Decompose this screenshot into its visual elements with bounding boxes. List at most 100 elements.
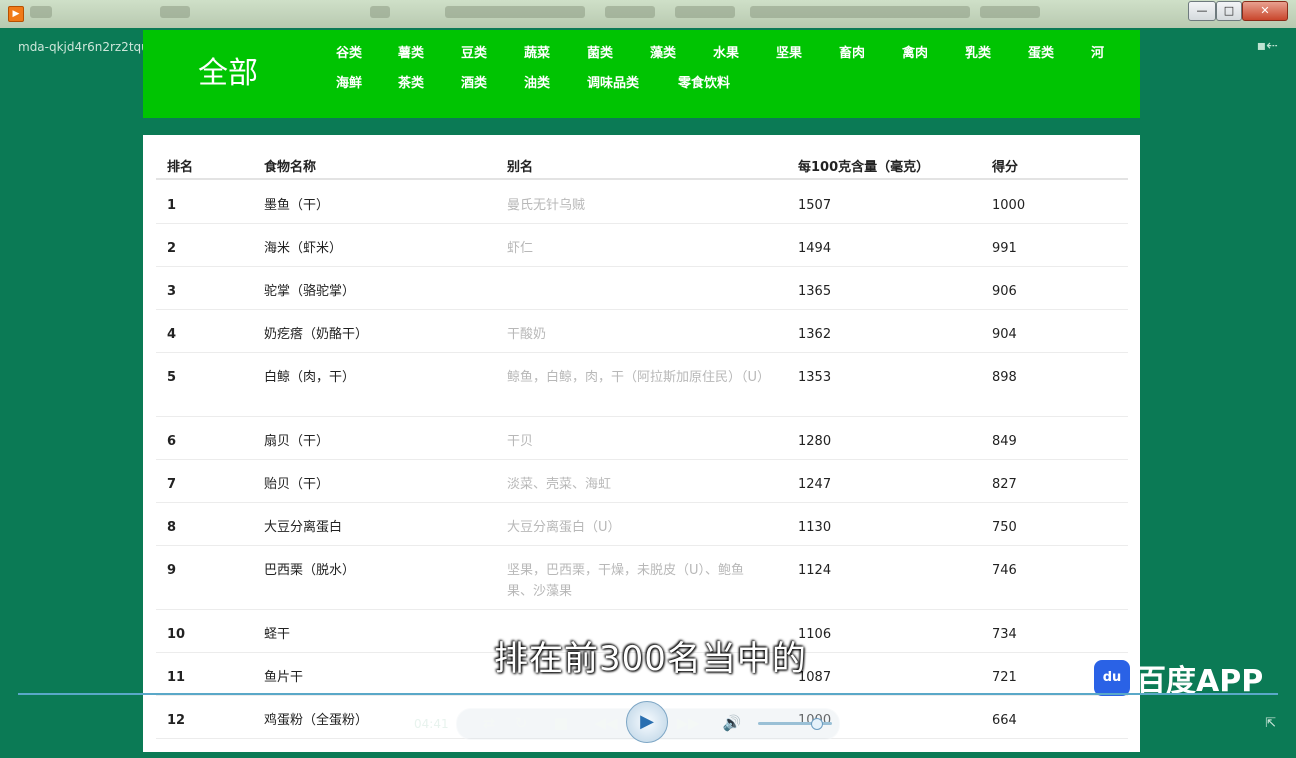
- rank-cell: 12: [167, 713, 186, 728]
- rank-cell: 2: [167, 241, 177, 256]
- food-name-cell: 白鲸（肉，干）: [264, 370, 356, 385]
- rank-cell: 8: [167, 520, 177, 535]
- category-item: 豆类: [461, 46, 488, 61]
- blurred-title-fragment: [605, 6, 655, 18]
- play-icon[interactable]: ▶: [626, 701, 668, 743]
- category-item: 坚果: [776, 46, 803, 61]
- rank-cell: 4: [167, 327, 177, 342]
- score-cell: 827: [992, 477, 1017, 492]
- table-row: 6 扇贝（干） 干贝 1280 849: [156, 416, 1128, 460]
- category-item: 薯类: [398, 46, 425, 61]
- table-row: 4 奶疙瘩（奶酪干） 干酸奶 1362 904: [156, 309, 1128, 353]
- amount-cell: 1247: [798, 477, 832, 492]
- alias-cell: 鲸鱼，白鲸，肉，干（阿拉斯加原住民）（U）: [507, 370, 771, 385]
- alias-cell: 干酸奶: [507, 327, 547, 342]
- rewind-icon[interactable]: ◀◀: [594, 714, 618, 732]
- amount-cell: 1130: [798, 520, 832, 535]
- category-item: 蔬菜: [524, 46, 551, 61]
- column-header-score: 得分: [992, 160, 1019, 175]
- category-item: 禽肉: [902, 46, 929, 61]
- expand-icon[interactable]: ⇱: [1265, 716, 1276, 731]
- column-header-amount: 每100克含量（毫克）: [798, 160, 930, 175]
- rank-cell: 7: [167, 477, 177, 492]
- food-name-cell: 鸡蛋粉（全蛋粉）: [264, 713, 369, 728]
- category-item: 水果: [713, 46, 740, 61]
- score-cell: 898: [992, 370, 1017, 385]
- playlist-toggle-icon[interactable]: ▪⇠: [1257, 38, 1278, 54]
- alias-cell: 大豆分离蛋白（U）: [507, 520, 621, 535]
- player-app-icon[interactable]: ▶: [8, 6, 24, 22]
- score-cell: 991: [992, 241, 1017, 256]
- loop-icon[interactable]: ⇄: [480, 714, 498, 732]
- category-item: 藻类: [650, 46, 677, 61]
- food-name-cell: 墨鱼（干）: [264, 198, 330, 213]
- food-name-cell: 大豆分离蛋白: [264, 520, 343, 535]
- alias-cell: 干贝: [507, 434, 534, 449]
- seek-bar[interactable]: [18, 693, 1278, 695]
- amount-cell: 1365: [798, 284, 832, 299]
- score-cell: 750: [992, 520, 1017, 535]
- volume-icon[interactable]: 🔊: [722, 714, 742, 732]
- score-cell: 746: [992, 563, 1017, 578]
- blurred-title-fragment: [445, 6, 585, 18]
- refresh-icon[interactable]: ↻: [512, 714, 530, 732]
- rank-cell: 10: [167, 627, 186, 642]
- rank-cell: 1: [167, 198, 177, 213]
- video-subtitle: 排在前300名当中的: [494, 639, 807, 679]
- food-name-cell: 驼掌（骆驼掌）: [264, 284, 356, 299]
- category-item: 菌类: [587, 46, 614, 61]
- category-item: 海鲜: [336, 76, 363, 91]
- maximize-button[interactable]: □: [1216, 1, 1242, 21]
- rank-cell: 5: [167, 370, 177, 385]
- blurred-title-fragment: [370, 6, 390, 18]
- table-row: 8 大豆分离蛋白 大豆分离蛋白（U） 1130 750: [156, 502, 1128, 546]
- stop-icon[interactable]: ■: [554, 714, 568, 732]
- score-cell: 904: [992, 327, 1017, 342]
- table-row: 1 墨鱼（干） 曼氏无针乌贼 1507 1000: [156, 180, 1128, 224]
- food-name-cell: 海米（虾米）: [264, 241, 343, 256]
- food-name-cell: 奶疙瘩（奶酪干）: [264, 327, 369, 342]
- rank-cell: 6: [167, 434, 177, 449]
- blurred-title-fragment: [160, 6, 190, 18]
- food-name-cell: 扇贝（干）: [264, 434, 330, 449]
- amount-cell: 1494: [798, 241, 832, 256]
- playback-time: 04:41: [414, 717, 449, 731]
- category-item: 乳类: [965, 46, 992, 61]
- score-cell: 734: [992, 627, 1017, 642]
- blurred-title-fragment: [750, 6, 970, 18]
- food-name-cell: 鱼片干: [264, 670, 304, 685]
- category-item: 蛋类: [1028, 46, 1055, 61]
- category-item: 零食饮料: [678, 76, 731, 91]
- alias-cell: 坚果，巴西栗，干燥，未脱皮（U）、鲍鱼果、沙藻果: [507, 563, 745, 599]
- amount-cell: 1124: [798, 563, 832, 578]
- food-name-cell: 贻贝（干）: [264, 477, 330, 492]
- video-frame[interactable]: mda-qkjd4r6n2rz2tque ▪⇠ 全部 谷类 薯类 豆类 蔬菜 菌…: [6, 28, 1290, 752]
- score-cell: 1000: [992, 198, 1026, 213]
- category-item: 茶类: [398, 76, 425, 91]
- alias-cell: 曼氏无针乌贼: [507, 198, 586, 213]
- blurred-title-fragment: [30, 6, 52, 18]
- column-header-name: 食物名称: [264, 160, 317, 175]
- score-cell: 721: [992, 670, 1017, 685]
- alias-cell: 虾仁: [507, 241, 534, 256]
- alias-cell: 淡菜、壳菜、海虹: [507, 477, 612, 492]
- table-row: 7 贻贝（干） 淡菜、壳菜、海虹 1247 827: [156, 459, 1128, 503]
- rank-cell: 11: [167, 670, 186, 685]
- category-item: 调味品类: [587, 76, 640, 91]
- blurred-title-fragment: [675, 6, 735, 18]
- category-item: 酒类: [461, 76, 488, 91]
- table-row: 5 白鲸（肉，干） 鲸鱼，白鲸，肉，干（阿拉斯加原住民）（U） 1353 898: [156, 352, 1128, 417]
- table-row: 2 海米（虾米） 虾仁 1494 991: [156, 223, 1128, 267]
- amount-cell: 1362: [798, 327, 832, 342]
- table-row: 3 驼掌（骆驼掌） 1365 906: [156, 266, 1128, 310]
- category-item: 河: [1091, 46, 1105, 61]
- category-item: 谷类: [336, 46, 363, 61]
- amount-cell: 1280: [798, 434, 832, 449]
- score-cell: 849: [992, 434, 1017, 449]
- fast-forward-icon[interactable]: ▶▶: [676, 714, 700, 732]
- window-title-bar: ▶ — □ ✕: [0, 0, 1296, 28]
- minimize-button[interactable]: —: [1188, 1, 1216, 21]
- rank-cell: 9: [167, 563, 177, 578]
- volume-slider-handle[interactable]: [811, 718, 823, 730]
- close-button[interactable]: ✕: [1242, 1, 1288, 21]
